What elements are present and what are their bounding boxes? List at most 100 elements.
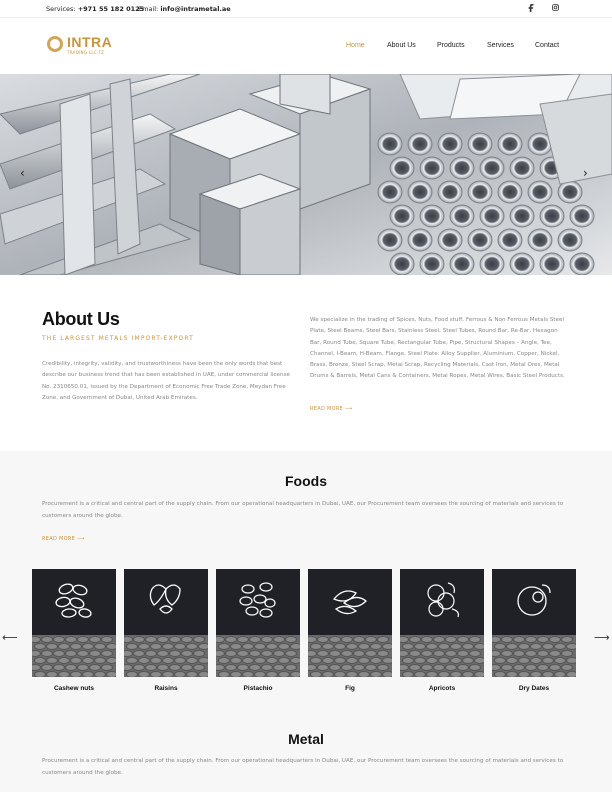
facebook-icon[interactable] bbox=[528, 4, 534, 14]
instagram-icon[interactable] bbox=[552, 4, 559, 13]
texture-dot bbox=[41, 650, 53, 657]
food-label-cashew-nuts[interactable]: Cashew nuts bbox=[32, 685, 116, 692]
texture-dot bbox=[261, 650, 273, 657]
texture-dot bbox=[474, 643, 484, 650]
food-card-pistachio[interactable] bbox=[216, 569, 300, 677]
texture-dot bbox=[237, 664, 249, 671]
texture-dot bbox=[89, 664, 101, 671]
texture-dot bbox=[58, 643, 70, 650]
texture-dot bbox=[409, 636, 421, 643]
foods-next-arrow[interactable]: ⟶ bbox=[594, 631, 610, 644]
texture-dot bbox=[230, 657, 242, 664]
food-label-fig[interactable]: Fig bbox=[308, 685, 392, 692]
phone-value[interactable]: +971 55 182 0125 bbox=[78, 5, 145, 13]
nav-products[interactable]: Products bbox=[437, 42, 465, 49]
texture-dot bbox=[566, 671, 576, 677]
tube-end bbox=[437, 180, 463, 204]
texture-dot bbox=[310, 671, 322, 677]
email-info[interactable]: Email: info@intrametal.ae bbox=[138, 5, 231, 13]
food-card-raisins[interactable] bbox=[124, 569, 208, 677]
texture-dot bbox=[402, 671, 414, 677]
about-read-more-link[interactable]: READ MORE ⟶ bbox=[310, 406, 352, 412]
tube-end bbox=[389, 204, 415, 228]
tube-end bbox=[497, 228, 523, 252]
phone-info[interactable]: Services: +971 55 182 0125 bbox=[46, 5, 144, 13]
texture-dot bbox=[285, 650, 297, 657]
texture-dot bbox=[414, 671, 426, 677]
tube-end bbox=[377, 180, 403, 204]
food-label-raisins[interactable]: Raisins bbox=[124, 685, 208, 692]
texture-dot bbox=[506, 657, 518, 664]
texture-dot bbox=[106, 643, 116, 650]
texture-dot bbox=[554, 657, 566, 664]
texture-dot bbox=[242, 671, 254, 677]
tube-end bbox=[557, 180, 583, 204]
tube-end bbox=[527, 228, 553, 252]
tube-end bbox=[419, 252, 445, 275]
texture-dot bbox=[494, 643, 506, 650]
texture-dot bbox=[317, 636, 329, 643]
tube-end bbox=[377, 132, 403, 156]
texture-dot bbox=[353, 636, 365, 643]
nav-about-us[interactable]: About Us bbox=[387, 42, 416, 49]
food-card-fig[interactable] bbox=[308, 569, 392, 677]
texture-dot bbox=[230, 671, 242, 677]
texture-dot bbox=[469, 650, 481, 657]
texture-dot bbox=[492, 650, 501, 657]
texture-dot bbox=[308, 650, 317, 657]
foods-read-more-link[interactable]: READ MORE ⟶ bbox=[42, 536, 84, 542]
food-card-apricots[interactable] bbox=[400, 569, 484, 677]
texture-dot bbox=[77, 650, 89, 657]
tube-end bbox=[449, 204, 475, 228]
about-right-text: We specialize in the trading of Spices, … bbox=[310, 317, 565, 380]
texture-dot bbox=[561, 650, 573, 657]
nav-home[interactable]: Home bbox=[346, 42, 365, 49]
texture-dot bbox=[414, 657, 426, 664]
texture-dot bbox=[216, 650, 225, 657]
texture-dot bbox=[225, 636, 237, 643]
texture-dot bbox=[198, 671, 208, 677]
texture-dot bbox=[218, 657, 230, 664]
texture-dot bbox=[334, 671, 346, 677]
texture-dot bbox=[254, 643, 266, 650]
texture-dot bbox=[216, 664, 225, 671]
hero-prev-arrow[interactable]: ‹ bbox=[20, 166, 25, 180]
texture-dot bbox=[549, 664, 561, 671]
tube-end bbox=[509, 156, 535, 180]
texture-dot bbox=[494, 657, 506, 664]
hero-next-arrow[interactable]: › bbox=[583, 166, 588, 180]
foods-prev-arrow[interactable]: ⟵ bbox=[2, 631, 18, 644]
texture-dot bbox=[501, 650, 513, 657]
nav-contact[interactable]: Contact bbox=[535, 42, 559, 49]
texture-dot bbox=[518, 643, 530, 650]
texture-dot bbox=[346, 643, 358, 650]
texture-dot bbox=[310, 657, 322, 664]
texture-dot bbox=[445, 650, 457, 657]
food-card-cashew-nuts[interactable] bbox=[32, 569, 116, 677]
texture-dot bbox=[377, 650, 389, 657]
texture-dot bbox=[426, 671, 438, 677]
cashew-icon bbox=[55, 583, 92, 618]
texture-dot bbox=[41, 664, 53, 671]
food-label-apricots[interactable]: Apricots bbox=[400, 685, 484, 692]
texture-dot bbox=[65, 650, 77, 657]
about-subtitle: THE LARGEST METALS IMPORT-EXPORT bbox=[42, 335, 194, 342]
email-value[interactable]: info@intrametal.ae bbox=[160, 5, 230, 13]
food-label-dry-dates[interactable]: Dry Dates bbox=[492, 685, 576, 692]
texture-dot bbox=[133, 650, 145, 657]
texture-dot bbox=[273, 636, 285, 643]
texture-dot bbox=[242, 657, 254, 664]
texture-dot bbox=[230, 643, 242, 650]
tube-end bbox=[467, 132, 493, 156]
texture-dot bbox=[285, 664, 297, 671]
texture-dot bbox=[474, 657, 484, 664]
texture-dot bbox=[462, 671, 474, 677]
texture-dot bbox=[382, 643, 392, 650]
food-card-dry-dates[interactable] bbox=[492, 569, 576, 677]
texture-dot bbox=[77, 664, 89, 671]
food-label-pistachio[interactable]: Pistachio bbox=[216, 685, 300, 692]
texture-dot bbox=[433, 650, 445, 657]
texture-dot bbox=[46, 643, 58, 650]
brand-logo[interactable]: INTRA TRADING LLC FZ bbox=[47, 34, 117, 60]
nav-services[interactable]: Services bbox=[487, 42, 514, 49]
